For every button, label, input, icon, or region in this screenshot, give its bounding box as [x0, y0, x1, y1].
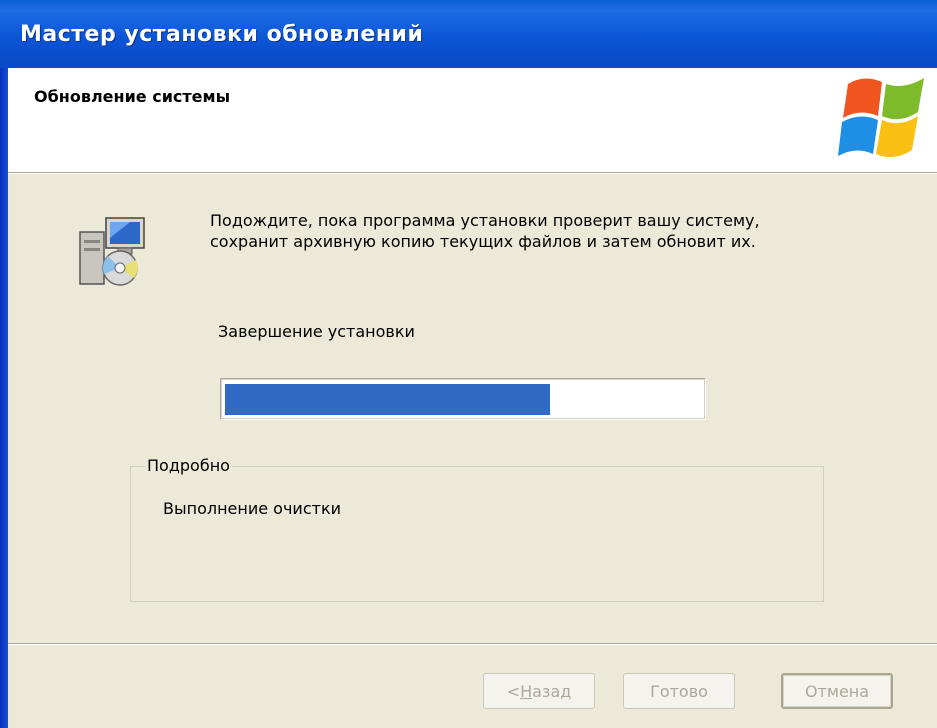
- header-separator: [8, 173, 937, 174]
- details-groupbox: Подробно Выполнение очистки: [130, 456, 824, 602]
- back-button-rest: азад: [532, 681, 572, 701]
- details-text: Выполнение очистки: [163, 499, 341, 518]
- title-bar[interactable]: Мастер установки обновлений: [0, 0, 937, 68]
- description-line-2: сохранит архивную копию текущих файлов и…: [210, 232, 756, 251]
- window-title: Мастер установки обновлений: [20, 22, 424, 47]
- cancel-button-label: Отмена: [804, 681, 870, 701]
- status-label: Завершение установки: [218, 322, 415, 341]
- footer-separator-highlight: [8, 644, 937, 645]
- header-panel: Обновление системы: [8, 68, 937, 173]
- setup-computer-cd-icon: [76, 214, 148, 294]
- cancel-button[interactable]: Отмена: [781, 673, 893, 709]
- finish-button-label: Готово: [650, 681, 708, 701]
- progress-bar: [220, 378, 706, 420]
- progress-fill: [225, 384, 550, 415]
- back-button[interactable]: < Назад: [483, 673, 595, 709]
- details-legend: Подробно: [145, 456, 232, 475]
- back-button-prefix: <: [506, 681, 521, 701]
- windows-logo-icon: [838, 72, 930, 172]
- finish-button[interactable]: Готово: [623, 673, 735, 709]
- window-border-left: [0, 68, 8, 728]
- back-button-mnemonic: Н: [520, 681, 533, 701]
- page-title: Обновление системы: [34, 87, 231, 106]
- description-line-1: Подождите, пока программа установки пров…: [210, 211, 760, 230]
- description-text: Подождите, пока программа установки пров…: [210, 210, 900, 252]
